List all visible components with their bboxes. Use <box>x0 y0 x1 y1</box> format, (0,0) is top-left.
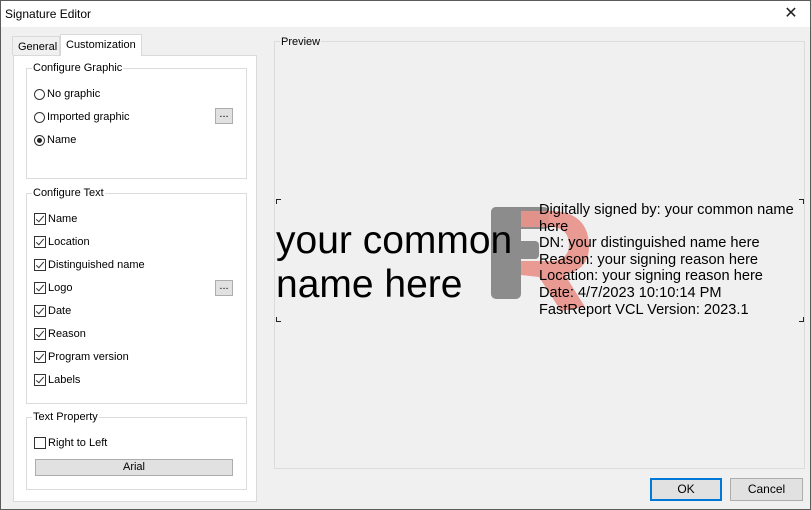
checkbox-label: Name <box>48 213 78 225</box>
signed-by-line-wrap: here <box>539 218 569 235</box>
name-line-1: your common <box>276 219 513 262</box>
ok-button[interactable]: OK <box>650 478 722 501</box>
checkbox-right-to-left[interactable]: Right to Left <box>34 435 107 451</box>
corner-mark <box>276 199 281 204</box>
checkbox-label: Labels <box>48 374 81 386</box>
checkbox-label: Logo <box>48 282 73 294</box>
radio-label: No graphic <box>47 88 101 100</box>
checkbox-program-version[interactable]: Program version <box>34 349 129 365</box>
tab-customization[interactable]: Customization <box>60 34 142 56</box>
checkbox-location[interactable]: Location <box>34 234 90 250</box>
close-icon: ✕ <box>784 5 798 22</box>
title-bar: Signature Editor ✕ <box>1 1 810 27</box>
configure-text-label: Configure Text <box>32 187 105 200</box>
radio-button[interactable] <box>34 89 45 100</box>
corner-mark <box>276 317 281 322</box>
checkbox-label: Distinguished name <box>48 259 145 271</box>
radio-label: Imported graphic <box>47 111 130 123</box>
signed-by-line: Digitally signed by: your common name <box>539 202 794 218</box>
checkbox[interactable] <box>34 305 46 317</box>
checkbox[interactable] <box>34 374 46 386</box>
signature-details: Digitally signed by: your common name he… <box>539 202 809 318</box>
checkbox-date[interactable]: Date <box>34 303 71 319</box>
checkbox-reason[interactable]: Reason <box>34 326 86 342</box>
font-button[interactable]: Arial <box>35 459 233 476</box>
checkbox[interactable] <box>34 328 46 340</box>
window-title: Signature Editor <box>5 7 92 21</box>
tab-general-label: General <box>18 41 58 53</box>
preview-name-graphic: your common name here <box>276 219 512 307</box>
text-property-group <box>26 417 247 490</box>
checkbox[interactable] <box>34 351 46 363</box>
checkbox-label: Program version <box>48 351 129 363</box>
name-line-2: name here <box>276 263 463 306</box>
browse-graphic-button[interactable]: ... <box>215 108 233 124</box>
configure-graphic-label: Configure Graphic <box>32 62 124 75</box>
checkbox-name[interactable]: Name <box>34 211 77 227</box>
checkbox-labels[interactable]: Labels <box>34 372 80 388</box>
checkbox-label: Right to Left <box>48 437 108 449</box>
signature-editor-window: Signature Editor ✕ General Customization… <box>0 0 811 510</box>
date-line: Date: 4/7/2023 10:10:14 PM <box>539 284 722 301</box>
radio-label: Name <box>47 134 77 146</box>
radio-button-selected[interactable] <box>34 135 45 146</box>
checkbox[interactable] <box>34 213 46 225</box>
text-property-label: Text Property <box>32 411 99 424</box>
radio-imported-graphic[interactable]: Imported graphic <box>34 109 130 125</box>
radio-name[interactable]: Name <box>34 132 76 148</box>
checkbox[interactable] <box>34 236 46 248</box>
checkbox-label: Reason <box>48 328 86 340</box>
version-line: FastReport VCL Version: 2023.1 <box>539 301 749 318</box>
location-line: Location: your signing reason here <box>539 268 763 285</box>
close-button[interactable]: ✕ <box>775 3 807 25</box>
reason-line: Reason: your signing reason here <box>539 251 759 268</box>
dn-line: DN: your distinguished name here <box>539 235 760 252</box>
checkbox[interactable] <box>34 259 46 271</box>
browse-logo-button[interactable]: ... <box>215 280 233 296</box>
checkbox-logo[interactable]: Logo <box>34 280 72 296</box>
radio-button[interactable] <box>34 112 45 123</box>
checkbox-distinguished-name[interactable]: Distinguished name <box>34 257 145 273</box>
preview-label: Preview <box>280 36 322 48</box>
radio-no-graphic[interactable]: No graphic <box>34 86 100 102</box>
checkbox-label: Date <box>48 305 72 317</box>
cancel-button[interactable]: Cancel <box>730 478 803 501</box>
checkbox-label: Location <box>48 236 90 248</box>
checkbox[interactable] <box>34 437 46 449</box>
checkbox[interactable] <box>34 282 46 294</box>
tab-general[interactable]: General <box>12 36 60 55</box>
customization-panel: Configure Graphic No graphic Imported gr… <box>13 55 257 502</box>
tab-customization-label: Customization <box>66 39 136 51</box>
